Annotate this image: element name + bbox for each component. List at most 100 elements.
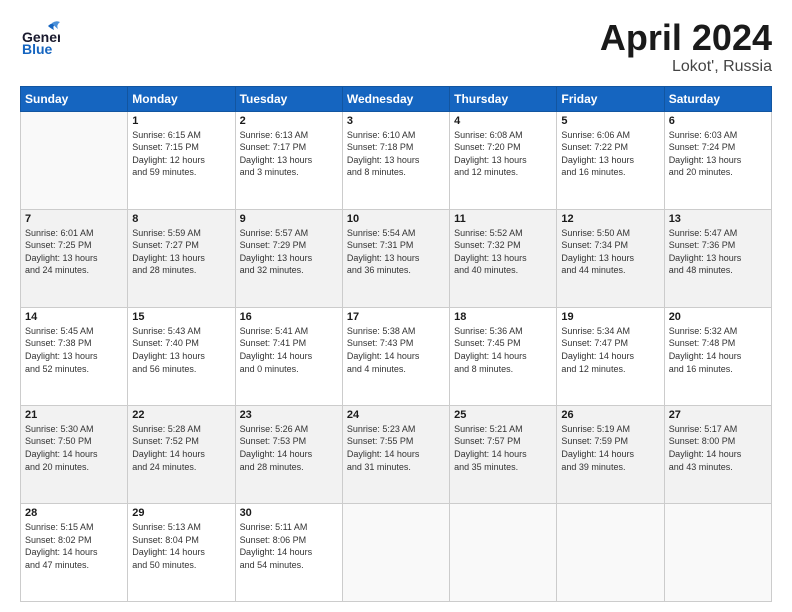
- day-info: Sunrise: 5:43 AM Sunset: 7:40 PM Dayligh…: [132, 325, 230, 375]
- day-number: 11: [454, 213, 552, 225]
- day-info: Sunrise: 6:10 AM Sunset: 7:18 PM Dayligh…: [347, 129, 445, 179]
- calendar-row-5: 28 Sunrise: 5:15 AM Sunset: 8:02 PM Dayli…: [21, 503, 772, 601]
- day-info: Sunrise: 5:21 AM Sunset: 7:57 PM Dayligh…: [454, 423, 552, 473]
- day-info: Sunrise: 6:08 AM Sunset: 7:20 PM Dayligh…: [454, 129, 552, 179]
- day-info: Sunrise: 5:23 AM Sunset: 7:55 PM Dayligh…: [347, 423, 445, 473]
- calendar-cell: 18 Sunrise: 5:36 AM Sunset: 7:45 PM Dayli…: [450, 307, 557, 405]
- month-title: April 2024: [600, 18, 772, 58]
- day-info: Sunrise: 6:01 AM Sunset: 7:25 PM Dayligh…: [25, 227, 123, 277]
- calendar-cell: 17 Sunrise: 5:38 AM Sunset: 7:43 PM Dayli…: [342, 307, 449, 405]
- header: General Blue April 2024 Lokot', Russia: [20, 18, 772, 76]
- day-number: 16: [240, 311, 338, 323]
- calendar-cell: 2 Sunrise: 6:13 AM Sunset: 7:17 PM Daylig…: [235, 111, 342, 209]
- calendar-cell: 27 Sunrise: 5:17 AM Sunset: 8:00 PM Dayli…: [664, 405, 771, 503]
- day-info: Sunrise: 5:28 AM Sunset: 7:52 PM Dayligh…: [132, 423, 230, 473]
- day-number: 9: [240, 213, 338, 225]
- logo-icon: General Blue: [20, 18, 60, 58]
- col-monday: Monday: [128, 86, 235, 111]
- day-info: Sunrise: 5:45 AM Sunset: 7:38 PM Dayligh…: [25, 325, 123, 375]
- day-number: 6: [669, 115, 767, 127]
- day-number: 22: [132, 409, 230, 421]
- calendar-cell: [21, 111, 128, 209]
- day-number: 26: [561, 409, 659, 421]
- day-number: 13: [669, 213, 767, 225]
- day-number: 14: [25, 311, 123, 323]
- day-number: 27: [669, 409, 767, 421]
- col-saturday: Saturday: [664, 86, 771, 111]
- day-info: Sunrise: 5:19 AM Sunset: 7:59 PM Dayligh…: [561, 423, 659, 473]
- calendar-cell: 20 Sunrise: 5:32 AM Sunset: 7:48 PM Dayli…: [664, 307, 771, 405]
- col-wednesday: Wednesday: [342, 86, 449, 111]
- day-info: Sunrise: 5:57 AM Sunset: 7:29 PM Dayligh…: [240, 227, 338, 277]
- day-info: Sunrise: 5:36 AM Sunset: 7:45 PM Dayligh…: [454, 325, 552, 375]
- calendar-cell: [342, 503, 449, 601]
- day-info: Sunrise: 6:13 AM Sunset: 7:17 PM Dayligh…: [240, 129, 338, 179]
- day-info: Sunrise: 5:32 AM Sunset: 7:48 PM Dayligh…: [669, 325, 767, 375]
- day-info: Sunrise: 6:15 AM Sunset: 7:15 PM Dayligh…: [132, 129, 230, 179]
- day-info: Sunrise: 5:41 AM Sunset: 7:41 PM Dayligh…: [240, 325, 338, 375]
- calendar-cell: 25 Sunrise: 5:21 AM Sunset: 7:57 PM Dayli…: [450, 405, 557, 503]
- day-number: 4: [454, 115, 552, 127]
- calendar-cell: 7 Sunrise: 6:01 AM Sunset: 7:25 PM Daylig…: [21, 209, 128, 307]
- calendar-cell: 11 Sunrise: 5:52 AM Sunset: 7:32 PM Dayli…: [450, 209, 557, 307]
- calendar-cell: 29Sunrise: 5:13 AM Sunset: 8:04 PM Dayli…: [128, 503, 235, 601]
- calendar-cell: 19Sunrise: 5:34 AM Sunset: 7:47 PM Dayli…: [557, 307, 664, 405]
- day-number: 24: [347, 409, 445, 421]
- day-number: 17: [347, 311, 445, 323]
- day-info: Sunrise: 5:47 AM Sunset: 7:36 PM Dayligh…: [669, 227, 767, 277]
- day-number: 2: [240, 115, 338, 127]
- day-number: 25: [454, 409, 552, 421]
- day-info: Sunrise: 5:15 AM Sunset: 8:02 PM Dayligh…: [25, 521, 123, 571]
- day-info: Sunrise: 6:06 AM Sunset: 7:22 PM Dayligh…: [561, 129, 659, 179]
- calendar-cell: 6 Sunrise: 6:03 AM Sunset: 7:24 PM Daylig…: [664, 111, 771, 209]
- calendar-cell: 1 Sunrise: 6:15 AM Sunset: 7:15 PM Daylig…: [128, 111, 235, 209]
- day-number: 7: [25, 213, 123, 225]
- day-info: Sunrise: 5:26 AM Sunset: 7:53 PM Dayligh…: [240, 423, 338, 473]
- day-number: 19: [561, 311, 659, 323]
- day-number: 20: [669, 311, 767, 323]
- day-number: 8: [132, 213, 230, 225]
- calendar-cell: [557, 503, 664, 601]
- day-info: Sunrise: 5:11 AM Sunset: 8:06 PM Dayligh…: [240, 521, 338, 571]
- day-number: 1: [132, 115, 230, 127]
- col-sunday: Sunday: [21, 86, 128, 111]
- day-info: Sunrise: 5:17 AM Sunset: 8:00 PM Dayligh…: [669, 423, 767, 473]
- calendar-cell: 14 Sunrise: 5:45 AM Sunset: 7:38 PM Dayli…: [21, 307, 128, 405]
- day-info: Sunrise: 5:38 AM Sunset: 7:43 PM Dayligh…: [347, 325, 445, 375]
- calendar-cell: 24 Sunrise: 5:23 AM Sunset: 7:55 PM Dayli…: [342, 405, 449, 503]
- day-info: Sunrise: 6:03 AM Sunset: 7:24 PM Dayligh…: [669, 129, 767, 179]
- calendar-header-row: Sunday Monday Tuesday Wednesday Thursday…: [21, 86, 772, 111]
- location-subtitle: Lokot', Russia: [600, 58, 772, 76]
- calendar-row-2: 7 Sunrise: 6:01 AM Sunset: 7:25 PM Daylig…: [21, 209, 772, 307]
- calendar-cell: 8 Sunrise: 5:59 AM Sunset: 7:27 PM Daylig…: [128, 209, 235, 307]
- col-thursday: Thursday: [450, 86, 557, 111]
- calendar-cell: 21Sunrise: 5:30 AM Sunset: 7:50 PM Dayli…: [21, 405, 128, 503]
- day-info: Sunrise: 5:50 AM Sunset: 7:34 PM Dayligh…: [561, 227, 659, 277]
- calendar-cell: 26 Sunrise: 5:19 AM Sunset: 7:59 PM Dayli…: [557, 405, 664, 503]
- calendar-cell: 16 Sunrise: 5:41 AM Sunset: 7:41 PM Dayli…: [235, 307, 342, 405]
- calendar-cell: 10Sunrise: 5:54 AM Sunset: 7:31 PM Dayli…: [342, 209, 449, 307]
- day-info: Sunrise: 5:54 AM Sunset: 7:31 PM Dayligh…: [347, 227, 445, 277]
- calendar-row-1: 1 Sunrise: 6:15 AM Sunset: 7:15 PM Daylig…: [21, 111, 772, 209]
- logo: General Blue: [20, 18, 60, 58]
- day-number: 18: [454, 311, 552, 323]
- calendar-cell: 28 Sunrise: 5:15 AM Sunset: 8:02 PM Dayli…: [21, 503, 128, 601]
- calendar-table: Sunday Monday Tuesday Wednesday Thursday…: [20, 86, 772, 602]
- calendar-cell: [450, 503, 557, 601]
- day-number: 5: [561, 115, 659, 127]
- title-area: April 2024 Lokot', Russia: [600, 18, 772, 76]
- calendar-cell: 23 Sunrise: 5:26 AM Sunset: 7:53 PM Dayli…: [235, 405, 342, 503]
- svg-text:Blue: Blue: [22, 41, 53, 57]
- calendar-cell: 4 Sunrise: 6:08 AM Sunset: 7:20 PM Daylig…: [450, 111, 557, 209]
- day-number: 23: [240, 409, 338, 421]
- calendar-row-4: 21Sunrise: 5:30 AM Sunset: 7:50 PM Dayli…: [21, 405, 772, 503]
- calendar-cell: 22 Sunrise: 5:28 AM Sunset: 7:52 PM Dayli…: [128, 405, 235, 503]
- day-number: 28: [25, 507, 123, 519]
- col-tuesday: Tuesday: [235, 86, 342, 111]
- calendar-cell: 13 Sunrise: 5:47 AM Sunset: 7:36 PM Dayli…: [664, 209, 771, 307]
- calendar-row-3: 14 Sunrise: 5:45 AM Sunset: 7:38 PM Dayli…: [21, 307, 772, 405]
- calendar-cell: 3Sunrise: 6:10 AM Sunset: 7:18 PM Daylig…: [342, 111, 449, 209]
- calendar-cell: 5 Sunrise: 6:06 AM Sunset: 7:22 PM Daylig…: [557, 111, 664, 209]
- day-info: Sunrise: 5:52 AM Sunset: 7:32 PM Dayligh…: [454, 227, 552, 277]
- day-info: Sunrise: 5:59 AM Sunset: 7:27 PM Dayligh…: [132, 227, 230, 277]
